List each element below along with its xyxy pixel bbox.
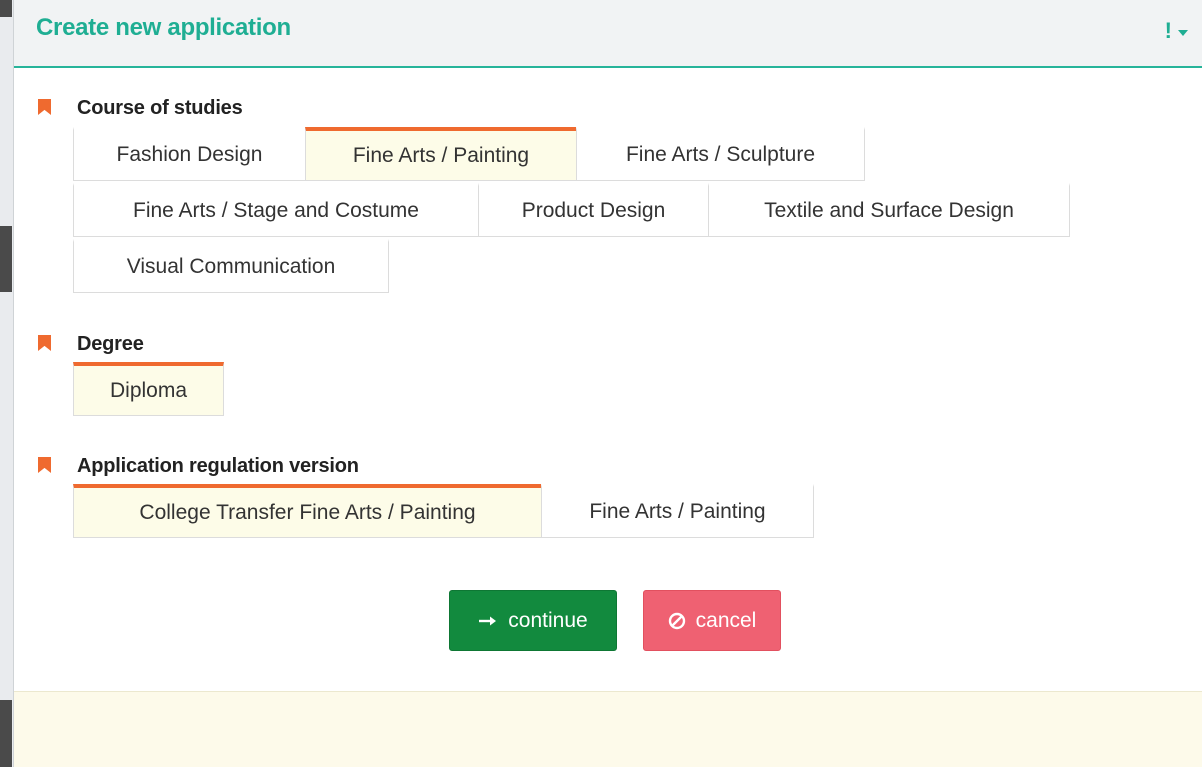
bookmark-icon	[38, 335, 51, 351]
regulation-options: College Transfer Fine Arts / Painting Fi…	[73, 484, 814, 540]
course-option-product-design[interactable]: Product Design	[478, 183, 709, 237]
cancel-label: cancel	[695, 608, 757, 632]
degree-section-label: Degree	[77, 333, 144, 355]
continue-label: continue	[508, 608, 588, 632]
course-option-fine-arts-stage-costume[interactable]: Fine Arts / Stage and Costume	[73, 183, 479, 237]
course-options-row: Visual Communication	[73, 239, 1069, 295]
dialog-footer	[14, 691, 1202, 767]
header-menu-button[interactable]: !	[1165, 18, 1188, 44]
arrow-right-icon	[479, 616, 497, 625]
degree-options-row: Diploma	[73, 362, 224, 418]
dialog-title: Create new application	[36, 14, 291, 41]
course-options-row: Fine Arts / Stage and Costume Product De…	[73, 183, 1070, 239]
course-option-visual-communication[interactable]: Visual Communication	[73, 239, 389, 293]
course-option-fashion-design[interactable]: Fashion Design	[73, 127, 306, 181]
course-section-label: Course of studies	[77, 97, 243, 119]
cancel-button[interactable]: cancel	[643, 590, 781, 651]
degree-options: Diploma	[73, 362, 224, 418]
chevron-down-icon	[1178, 30, 1188, 36]
background-edge	[0, 700, 12, 767]
course-options-row: Fashion Design Fine Arts / Painting Fine…	[73, 127, 1069, 183]
ban-icon	[668, 612, 685, 629]
background-edge	[0, 226, 12, 292]
regulation-option-fine-arts-painting[interactable]: Fine Arts / Painting	[541, 484, 814, 538]
regulation-section-label: Application regulation version	[77, 455, 359, 477]
course-option-fine-arts-sculpture[interactable]: Fine Arts / Sculpture	[576, 127, 865, 181]
create-application-dialog: Create new application ! Course of studi…	[13, 0, 1202, 767]
bookmark-icon	[38, 99, 51, 115]
regulation-options-row: College Transfer Fine Arts / Painting Fi…	[73, 484, 814, 540]
dialog-header: Create new application !	[14, 0, 1202, 68]
background-edge	[0, 0, 12, 17]
course-options: Fashion Design Fine Arts / Painting Fine…	[73, 127, 1070, 295]
continue-button[interactable]: continue	[449, 590, 617, 651]
bookmark-icon	[38, 457, 51, 473]
background-strip	[0, 0, 14, 767]
course-option-textile-surface-design[interactable]: Textile and Surface Design	[708, 183, 1070, 237]
exclamation-icon: !	[1164, 18, 1172, 43]
degree-option-diploma[interactable]: Diploma	[73, 362, 224, 416]
regulation-option-college-transfer[interactable]: College Transfer Fine Arts / Painting	[73, 484, 542, 538]
course-option-fine-arts-painting[interactable]: Fine Arts / Painting	[305, 127, 577, 181]
